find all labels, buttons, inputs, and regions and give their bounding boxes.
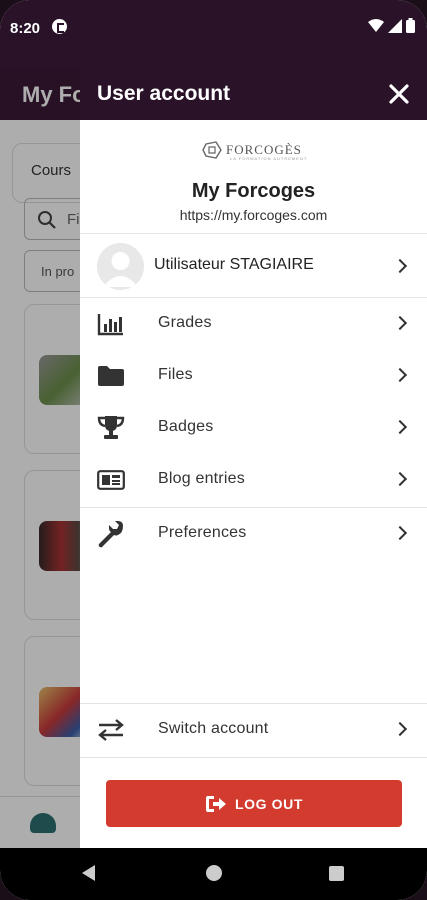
menu-item-label: Badges: [158, 418, 214, 435]
user-name: Utilisateur STAGIAIRE: [154, 256, 314, 273]
logout-icon: [205, 795, 227, 813]
divider: [80, 757, 427, 758]
avatar-placeholder-icon: [103, 252, 138, 287]
site-name: My Forcoges: [191, 180, 316, 202]
menu-item-files[interactable]: Files: [80, 350, 427, 402]
wifi-icon: [368, 18, 384, 32]
grades-chart-icon: [96, 310, 126, 338]
battery-icon: [406, 18, 415, 33]
signal-icon: [388, 18, 402, 33]
notification-icon: [52, 19, 67, 34]
chevron-right-icon: [392, 258, 408, 274]
chevron-right-icon: [392, 419, 408, 435]
chevron-right-icon: [392, 471, 408, 487]
drawer-header: User account: [80, 68, 427, 120]
status-bar: 8:20: [0, 0, 427, 68]
wrench-icon: [96, 520, 126, 548]
menu-item-label: Blog entries: [158, 470, 245, 487]
user-account-drawer: User account FORCOGÈS LA FORMATION AUTRE…: [80, 68, 427, 848]
menu-item-grades[interactable]: Grades: [80, 298, 427, 350]
menu-item-label: Files: [158, 366, 193, 383]
menu-item-label: Grades: [158, 314, 212, 331]
system-navigation-bar: [0, 848, 427, 900]
logout-button[interactable]: LOG OUT: [106, 780, 402, 827]
status-time: 8:20: [10, 20, 41, 37]
back-icon[interactable]: [82, 865, 95, 881]
swap-arrows-icon: [96, 716, 126, 744]
switch-account-item[interactable]: Switch account: [80, 704, 427, 756]
site-info: FORCOGÈS LA FORMATION AUTREMENT My Forco…: [80, 120, 427, 234]
drawer-title: User account: [97, 82, 231, 105]
menu-item-blog-entries[interactable]: Blog entries: [80, 454, 427, 506]
close-button[interactable]: [383, 78, 415, 110]
menu-item-preferences[interactable]: Preferences: [80, 508, 427, 560]
avatar: [97, 243, 144, 290]
status-icons: [368, 18, 415, 33]
recent-apps-icon[interactable]: [329, 866, 344, 881]
chevron-right-icon: [392, 525, 408, 541]
menu-item-badges[interactable]: Badges: [80, 402, 427, 454]
menu-item-label: Preferences: [158, 524, 247, 541]
user-profile-item[interactable]: Utilisateur STAGIAIRE: [80, 234, 427, 298]
folder-icon: [96, 362, 126, 390]
chevron-right-icon: [392, 721, 408, 737]
switch-account-label: Switch account: [158, 720, 269, 737]
trophy-icon: [96, 414, 126, 442]
blog-card-icon: [96, 466, 126, 494]
logo-subtext: LA FORMATION AUTREMENT: [230, 156, 308, 161]
home-icon[interactable]: [206, 865, 222, 881]
phone-screen: 8:20 My Fo Cours Fi In pro User account …: [0, 0, 427, 900]
site-url: https://my.forcoges.com: [179, 207, 328, 223]
close-icon: [389, 84, 409, 104]
logo-mark-icon: [202, 141, 222, 159]
chevron-right-icon: [392, 367, 408, 383]
logout-label: LOG OUT: [235, 795, 303, 812]
chevron-right-icon: [392, 315, 408, 331]
